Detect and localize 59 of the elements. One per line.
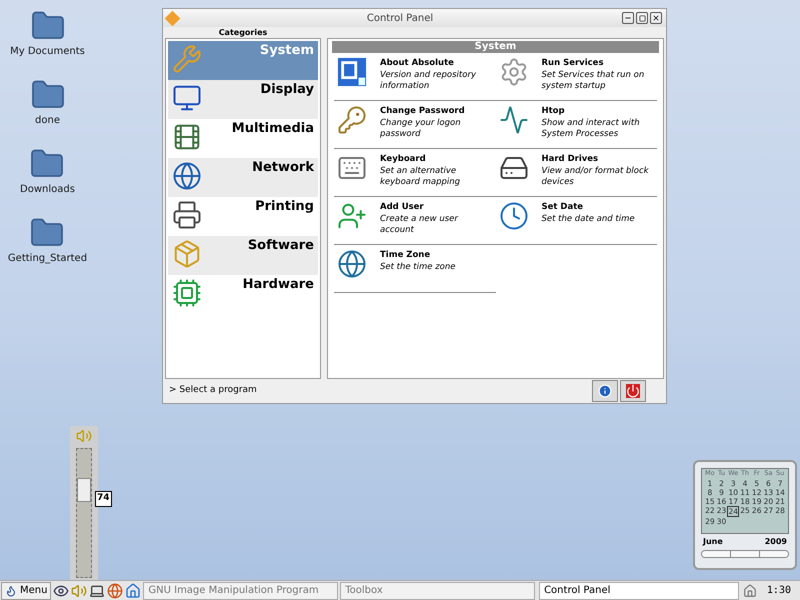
flame-icon bbox=[5, 584, 17, 596]
house-icon bbox=[742, 584, 757, 598]
program-item[interactable]: Hard Drives View and/or format block devices bbox=[496, 149, 657, 197]
year-label: 2009 bbox=[764, 536, 787, 548]
desktop-icon-label[interactable]: Downloads bbox=[20, 182, 75, 197]
desktop-icon-label[interactable]: Getting_Started bbox=[8, 251, 88, 266]
program-item[interactable]: Add User Create a new user account bbox=[334, 197, 496, 245]
volume-track[interactable] bbox=[76, 448, 92, 578]
maximize-button[interactable] bbox=[636, 12, 648, 24]
close-button[interactable] bbox=[650, 12, 662, 24]
clock: 1:30 bbox=[766, 584, 792, 598]
volume-thumb[interactable] bbox=[77, 478, 91, 502]
desktop-icon-label[interactable]: My Documents bbox=[10, 44, 85, 59]
taskbar-task[interactable]: GNU Image Manipulation Program bbox=[143, 582, 338, 600]
app-icon bbox=[164, 10, 180, 26]
power-button[interactable] bbox=[620, 380, 646, 402]
volume-tooltip: 74 bbox=[95, 491, 112, 506]
computer-icon[interactable] bbox=[89, 582, 106, 598]
taskbar-task[interactable]: Control Panel bbox=[539, 582, 739, 600]
info-button[interactable] bbox=[592, 380, 618, 402]
add-user-icon bbox=[337, 201, 367, 231]
month-label: June bbox=[703, 536, 723, 548]
section-title: System bbox=[332, 41, 659, 53]
film-icon bbox=[172, 122, 202, 152]
info-icon bbox=[598, 384, 612, 398]
eye-icon[interactable] bbox=[53, 582, 70, 598]
globe-icon bbox=[172, 161, 202, 191]
program-item[interactable]: Change Password Change your logon password bbox=[334, 101, 496, 149]
globe-icon bbox=[337, 249, 367, 279]
wrench-icon bbox=[172, 44, 202, 74]
close-icon bbox=[652, 14, 660, 22]
circuit-board-icon bbox=[172, 278, 202, 308]
calendar-segment-button[interactable] bbox=[702, 551, 731, 557]
power-icon bbox=[626, 384, 640, 398]
home-icon[interactable] bbox=[125, 582, 142, 598]
globe-icon[interactable] bbox=[107, 582, 124, 598]
program-item[interactable]: Run Services Set Services that run on system startup bbox=[496, 53, 657, 101]
program-item[interactable]: Set Date Set the date and time bbox=[496, 197, 657, 245]
program-item[interactable]: Time Zone Set the time zone bbox=[334, 245, 496, 293]
speaker-icon bbox=[76, 428, 92, 444]
window-title: Control Panel bbox=[366, 12, 434, 26]
printer-icon bbox=[172, 200, 202, 230]
monitor-icon bbox=[172, 83, 202, 113]
categories-header: Categories bbox=[218, 27, 268, 38]
maximize-icon bbox=[638, 14, 646, 22]
calendar-segment-button[interactable] bbox=[731, 551, 760, 557]
taskbar-task[interactable]: Toolbox bbox=[340, 582, 536, 600]
category-item[interactable]: Display bbox=[168, 80, 318, 119]
program-item[interactable]: Keyboard Set an alternative keyboard mapping bbox=[334, 149, 496, 197]
menu-button[interactable]: Menu bbox=[1, 582, 52, 600]
program-item[interactable]: Htop Show and interact with System Processes bbox=[496, 101, 657, 149]
package-icon bbox=[172, 239, 202, 269]
category-item[interactable]: Software bbox=[168, 236, 318, 275]
desktop-icon-label[interactable]: done bbox=[35, 113, 60, 128]
clock-icon bbox=[498, 201, 528, 231]
status-text: > Select a program bbox=[169, 384, 257, 398]
program-item[interactable]: About Absolute Version and repository information bbox=[334, 53, 496, 101]
category-item[interactable]: Network bbox=[168, 158, 318, 197]
minimize-button[interactable] bbox=[622, 12, 634, 24]
